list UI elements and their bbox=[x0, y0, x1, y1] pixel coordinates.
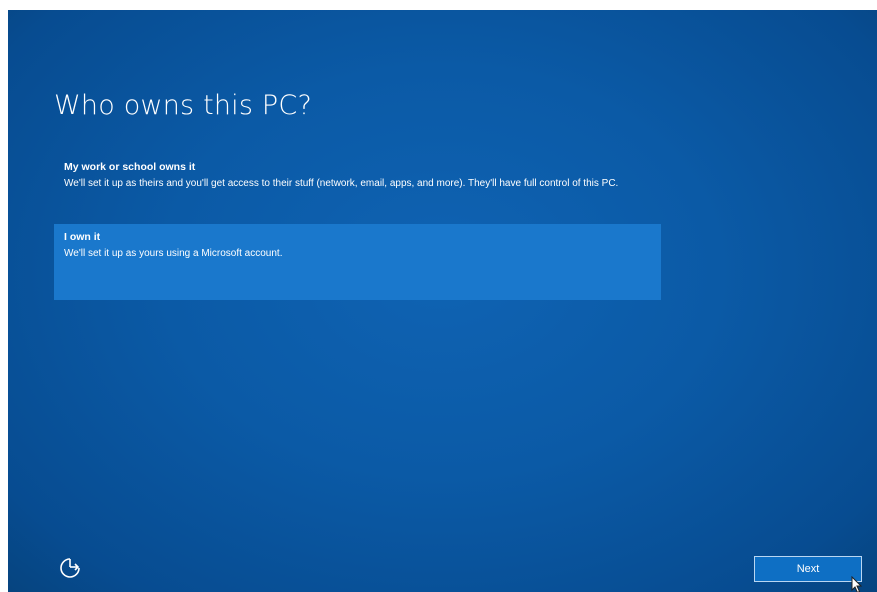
option-title: My work or school owns it bbox=[64, 161, 196, 173]
mouse-pointer-icon bbox=[851, 575, 863, 592]
option-i-own-it[interactable]: I own it We'll set it up as yours using … bbox=[54, 224, 661, 300]
ease-of-access-icon[interactable] bbox=[58, 556, 82, 580]
option-title: I own it bbox=[64, 231, 101, 243]
option-work-or-school[interactable]: My work or school owns it We'll set it u… bbox=[54, 154, 661, 224]
next-button[interactable]: Next bbox=[754, 556, 862, 582]
option-description: We'll set it up as yours using a Microso… bbox=[64, 248, 283, 259]
page-title: Who owns this PC? bbox=[54, 90, 312, 121]
option-description: We'll set it up as theirs and you'll get… bbox=[64, 178, 619, 189]
ownership-options: My work or school owns it We'll set it u… bbox=[54, 154, 661, 300]
setup-screen: Who owns this PC? My work or school owns… bbox=[8, 10, 877, 592]
